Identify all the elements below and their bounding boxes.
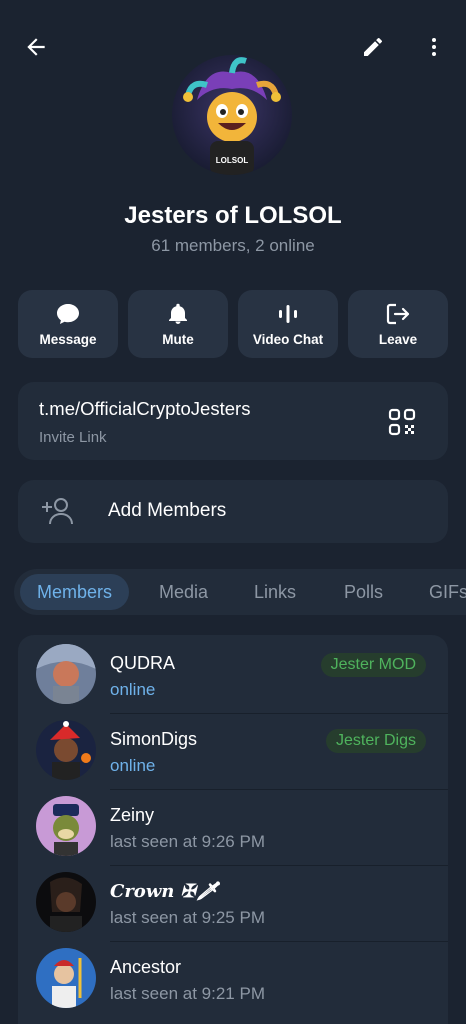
pencil-icon [364,37,382,56]
invite-link-caption: Invite Link [39,429,107,446]
member-row-qudra[interactable]: QUDRA online Jester MOD [18,637,448,713]
member-role-badge: Jester MOD [320,653,426,677]
members-list: QUDRA online Jester MOD SimonDigs online… [18,635,448,1024]
member-status: last seen at 9:25 PM [110,908,265,927]
message-label: Message [39,331,97,347]
tab-media[interactable]: Media [159,574,208,610]
more-vert-icon [432,38,436,56]
member-status: last seen at 9:21 PM [110,984,265,1003]
leave-button[interactable]: Leave [348,290,448,358]
member-name: SimonDigs [110,729,198,749]
leave-label: Leave [378,331,418,347]
tab-polls[interactable]: Polls [344,574,383,610]
leave-icon [386,303,410,324]
member-role-badge: Jester Digs [325,729,426,753]
action-bar: Message Mute Video Chat Leave [18,290,448,358]
member-row-simondigs[interactable]: SimonDigs online Jester Digs [18,713,448,789]
arrow-left-icon [27,38,45,56]
group-avatar[interactable]: LOLSOL [172,55,292,175]
video-chat-label: Video Chat [252,331,324,347]
qr-code-button[interactable] [388,408,416,441]
more-options-button[interactable] [414,27,454,67]
mute-label: Mute [162,331,194,347]
tab-members[interactable]: Members [20,574,130,610]
profile-tabs: Members Media Links Polls GIFs [14,569,466,615]
add-members-row[interactable]: Add Members [18,480,448,543]
member-row-ancestor[interactable]: Ancestor last seen at 9:21 PM [18,941,448,1017]
member-status: online [110,680,156,699]
avatar [36,644,96,704]
mute-button[interactable]: Mute [128,290,228,358]
member-row-zeiny[interactable]: Zeiny last seen at 9:26 PM [18,789,448,865]
tab-links[interactable]: Links [254,574,296,610]
member-name: QUDRA [110,653,176,673]
member-status: online [110,756,156,775]
voice-chat-icon [279,304,297,323]
member-name: Crown ✠🗡 [110,881,219,902]
member-row-crown[interactable]: Crown ✠🗡 last seen at 9:25 PM [18,865,448,941]
avatar [36,720,96,780]
tab-gifs[interactable]: GIFs [429,574,466,610]
avatar [36,872,96,932]
edit-button[interactable] [353,27,393,67]
avatar [36,948,96,1008]
svg-text:LOLSOL: LOLSOL [216,156,249,165]
avatar [36,796,96,856]
add-members-label: Add Members [108,500,227,521]
member-name: Ancestor [110,957,182,977]
member-status: last seen at 9:26 PM [110,832,265,851]
chat-bubble-icon [57,303,79,324]
video-chat-button[interactable]: Video Chat [238,290,338,358]
qr-code-icon [388,408,416,436]
member-name: Zeiny [110,805,155,825]
invite-link-card[interactable]: t.me/OfficialCryptoJesters Invite Link [18,382,448,460]
invite-link[interactable]: t.me/OfficialCryptoJesters [39,398,250,420]
add-person-icon [40,496,74,531]
message-button[interactable]: Message [18,290,118,358]
group-title: Jesters of LOLSOL [124,202,342,229]
back-button[interactable] [16,27,56,67]
bell-icon [169,303,187,324]
group-member-count: 61 members, 2 online [151,236,315,255]
